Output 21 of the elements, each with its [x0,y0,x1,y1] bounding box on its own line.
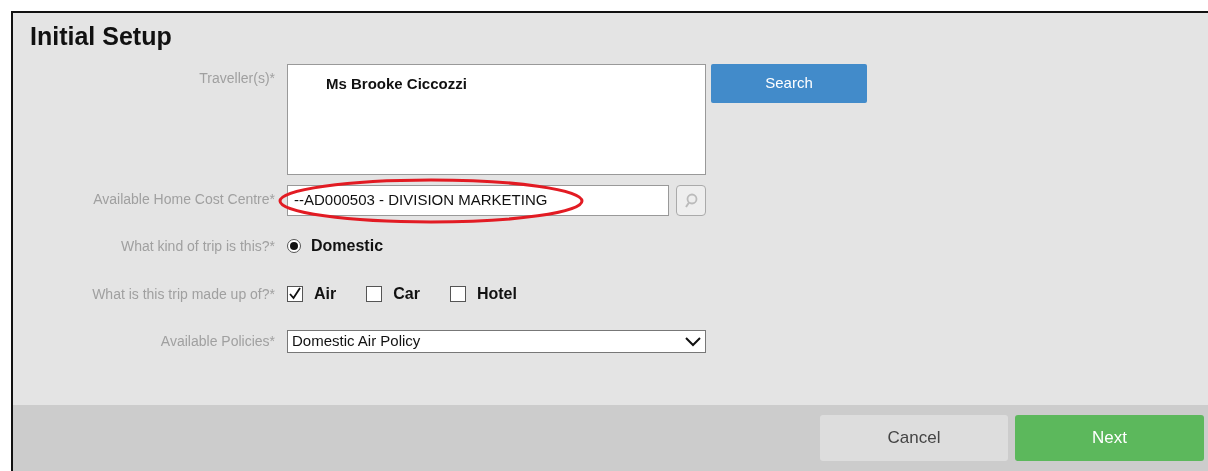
search-button[interactable]: Search [711,64,867,103]
field-label: Available Home Cost Centre* [93,191,275,207]
radio-button[interactable] [287,239,301,253]
field-label: What kind of trip is this?* [120,237,275,254]
field-label: Available Policies* [160,333,275,349]
option-label: Domestic [311,236,384,256]
page-title: Initial Setup [30,21,173,51]
cost-centre-field[interactable]: --AD000503 - DIVISION MARKETING [287,185,669,216]
option-label: Car [393,284,420,304]
chevron-down-icon [685,336,701,347]
field-label: What is this trip made up of?* [92,285,275,302]
checkbox[interactable] [366,286,383,302]
checkbox[interactable] [449,286,466,302]
search-icon [684,192,698,209]
checkbox[interactable] [287,286,303,302]
field-label: Traveller(s)* [199,70,275,86]
cancel-button[interactable]: Cancel [820,415,1008,461]
option-label: Air [314,284,337,304]
traveller-list[interactable]: Ms Brooke Ciccozzi [287,64,706,175]
option-label: Hotel [476,284,517,304]
policy-select[interactable]: Domestic Air Policy [287,330,706,353]
